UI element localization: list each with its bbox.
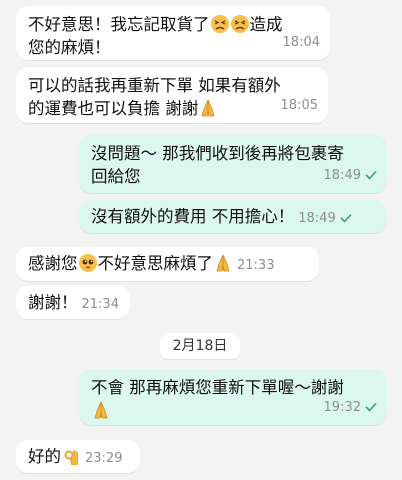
date-separator: 2月18日 [160,333,240,359]
folded-hands-icon [216,254,230,272]
check-icon [365,402,377,412]
persevering-face-icon [230,15,249,33]
message-bubble-incoming[interactable]: 可以的話我再重新下單 如果有額外 的運費也可以負擔 謝謝 18:05 [16,67,328,123]
message-bubble-incoming[interactable]: 好的 23:29 [16,440,140,473]
message-time: 23:29 [85,451,123,466]
message-bubble-outgoing[interactable]: 沒問題～ 那我們收到後再將包裹寄 回給您 18:49 [79,135,387,193]
message-bubble-incoming[interactable]: 感謝您 不好意思麻煩了 21:33 [16,247,319,281]
message-bubble-incoming[interactable]: 謝謝！ 21:34 [16,286,130,319]
message-text: 好的 23:29 [28,447,123,466]
ok-hand-icon [64,450,78,465]
check-icon [365,170,377,180]
message-text: 謝謝！ 21:34 [28,293,119,312]
persevering-face-icon [210,15,229,33]
message-time: 21:33 [237,258,275,273]
message-bubble-outgoing[interactable]: 沒有額外的費用 不用擔心！ 18:49 [79,200,387,233]
folded-hands-icon [201,99,215,117]
message-bubble-outgoing[interactable]: 不會 那再麻煩您重新下單喔～謝謝 19:32 [79,369,387,425]
message-time: 19:32 [324,396,377,419]
message-text: 可以的話我再重新下單 如果有額外 的運費也可以負擔 謝謝 [28,76,281,118]
message-text: 感謝您 不好意思麻煩了 21:33 [28,254,275,273]
pleading-face-icon [78,254,97,272]
message-time: 18:05 [280,98,318,113]
message-time: 18:04 [282,35,320,50]
message-time: 18:49 [324,164,377,187]
message-text: 不好意思！我忘記取貨了 造成 您的麻煩！ [28,15,283,57]
message-text: 沒有額外的費用 不用擔心！ 18:49 [91,205,377,230]
message-time: 21:34 [81,297,119,312]
folded-hands-icon [94,401,108,419]
message-time: 18:49 [298,211,352,226]
check-icon [340,213,352,223]
message-bubble-incoming[interactable]: 不好意思！我忘記取貨了 造成 您的麻煩！ 18:04 [16,6,330,60]
